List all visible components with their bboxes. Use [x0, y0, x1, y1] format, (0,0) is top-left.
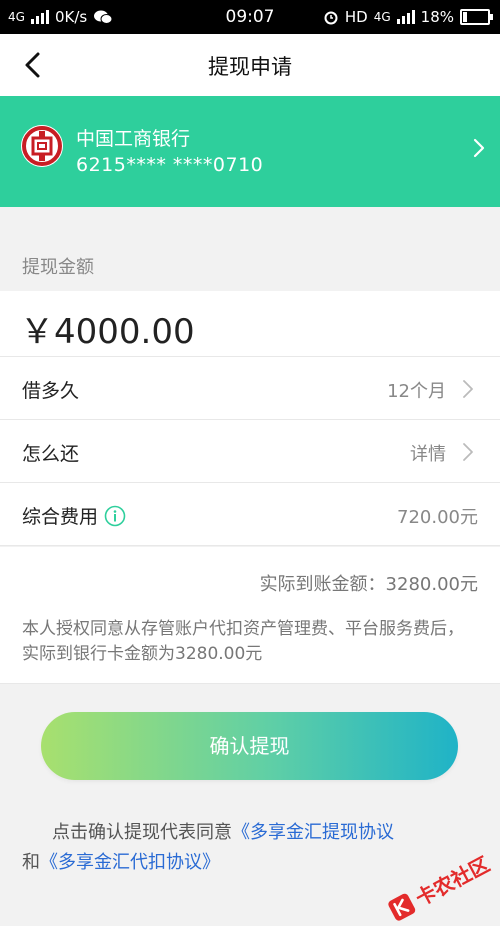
icbc-logo-icon [21, 125, 63, 167]
network-type-right: 4G [373, 10, 391, 24]
agreement-line-2: 和《多享金汇代扣协议》 [22, 848, 490, 878]
hd-label: HD [344, 8, 368, 26]
withdraw-amount: ￥4000.00 [20, 312, 195, 352]
actual-amount: 实际到账金额：3280.00元 [259, 574, 478, 595]
repayment-value: 详情 [410, 444, 446, 465]
chevron-right-icon [463, 380, 473, 398]
term-value: 12个月 [387, 381, 446, 402]
authorization-text: 本人授权同意从存管账户代扣资产管理费、平台服务费后，实际到银行卡金额为3280.… [22, 619, 464, 664]
fee-label-wrap: 综合费用 [22, 502, 126, 529]
nav-bar: 提现申请 [0, 34, 500, 96]
agreement-line-1: 点击确认提现代表同意《多享金汇提现协议 [22, 818, 490, 848]
withdraw-agreement-link[interactable]: 《多享金汇提现协议 [232, 822, 394, 843]
agreement-prefix: 点击确认提现代表同意 [52, 822, 232, 843]
status-bar: 4G 0K/s 09:07 HD 4G 18% [0, 0, 500, 34]
actual-amount-block: 实际到账金额：3280.00元 本人授权同意从存管账户代扣资产管理费、平台服务费… [0, 547, 500, 684]
battery-percent: 18% [420, 8, 454, 26]
agreement-connector: 和 [22, 852, 40, 873]
amount-display: ￥4000.00 [0, 291, 500, 357]
agreement-text: 点击确认提现代表同意《多享金汇提现协议 和《多享金汇代扣协议》 [22, 818, 490, 878]
fee-label: 综合费用 [22, 506, 99, 528]
alarm-icon [324, 11, 338, 25]
row-term[interactable]: 借多久 12个月 [0, 357, 500, 420]
repayment-label: 怎么还 [22, 443, 80, 465]
chevron-right-icon [463, 443, 473, 461]
row-fee: 综合费用 720.00元 [0, 483, 500, 546]
amount-section-label: 提现金额 [22, 257, 94, 278]
term-label: 借多久 [22, 380, 80, 402]
confirm-withdraw-button[interactable]: 确认提现 [41, 712, 458, 780]
page-title: 提现申请 [208, 55, 292, 79]
row-repayment[interactable]: 怎么还 详情 [0, 420, 500, 483]
card-number: 6215**** ****0710 [76, 154, 264, 176]
debit-agreement-link[interactable]: 《多享金汇代扣协议》 [40, 852, 220, 873]
info-icon[interactable] [104, 505, 126, 527]
battery-icon [460, 9, 493, 25]
chevron-right-icon [473, 138, 485, 158]
fee-value: 720.00元 [397, 507, 478, 528]
bank-name: 中国工商银行 [76, 128, 191, 150]
signal-icon-right [396, 10, 415, 24]
status-right: HD 4G 18% [323, 8, 493, 26]
bank-card-selector[interactable]: 中国工商银行 6215**** ****0710 [0, 96, 500, 207]
